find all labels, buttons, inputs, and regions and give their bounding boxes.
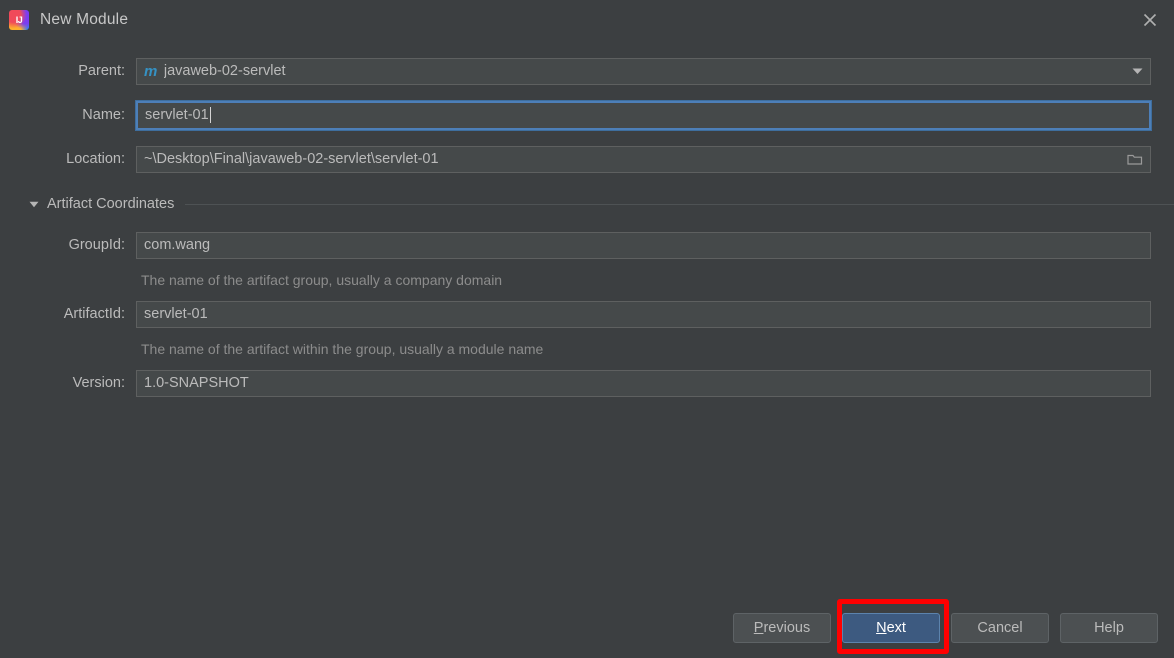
- version-value: 1.0-SNAPSHOT: [144, 375, 249, 391]
- next-button-label: ext: [886, 620, 906, 636]
- group-id-value: com.wang: [144, 237, 211, 253]
- close-icon[interactable]: [1126, 0, 1174, 40]
- group-id-hint: The name of the artifact group, usually …: [141, 272, 503, 288]
- cancel-button[interactable]: Cancel: [951, 613, 1049, 643]
- text-caret: [209, 107, 211, 123]
- parent-label: Parent:: [78, 63, 125, 79]
- dialog-button-bar: Previous Next Cancel Help: [0, 612, 1174, 644]
- parent-value: javaweb-02-servlet: [163, 63, 286, 79]
- parent-row: Parent: m javaweb-02-servlet: [0, 56, 1174, 86]
- artifact-id-value: servlet-01: [144, 306, 208, 322]
- group-id-label: GroupId:: [68, 237, 125, 253]
- folder-glyph: [1127, 154, 1143, 165]
- previous-button[interactable]: Previous: [733, 613, 831, 643]
- chevron-down-glyph: [1132, 68, 1142, 74]
- parent-combobox[interactable]: m javaweb-02-servlet: [136, 57, 1151, 85]
- help-button-label: Help: [1094, 620, 1124, 636]
- location-input[interactable]: ~\Desktop\Final\javaweb-02-servlet\servl…: [136, 145, 1151, 173]
- folder-icon[interactable]: [1120, 147, 1150, 172]
- intellij-idea-logo-icon: [9, 10, 29, 30]
- maven-module-icon: m: [144, 62, 157, 80]
- name-value: servlet-01: [145, 107, 209, 123]
- artifact-coordinates-title: Artifact Coordinates: [47, 196, 175, 212]
- triangle-down-icon[interactable]: [29, 201, 39, 208]
- group-id-row: GroupId: com.wang: [0, 230, 1174, 260]
- cancel-button-label: Cancel: [977, 620, 1023, 636]
- new-module-form: Parent: m javaweb-02-servlet Name: servl…: [0, 40, 1174, 398]
- location-value: ~\Desktop\Final\javaweb-02-servlet\servl…: [144, 151, 439, 167]
- triangle-down-glyph: [29, 201, 39, 207]
- section-separator: [185, 203, 1174, 205]
- group-id-input[interactable]: com.wang: [136, 231, 1151, 259]
- artifact-id-input[interactable]: servlet-01: [136, 300, 1151, 328]
- dialog-title: New Module: [40, 11, 129, 28]
- version-label: Version:: [72, 375, 125, 391]
- version-input[interactable]: 1.0-SNAPSHOT: [136, 369, 1151, 397]
- next-button[interactable]: Next: [842, 613, 940, 643]
- previous-button-mnemonic: P: [753, 620, 764, 636]
- help-button[interactable]: Help: [1060, 613, 1158, 643]
- artifact-id-label: ArtifactId:: [63, 306, 125, 322]
- name-label: Name:: [82, 107, 125, 123]
- artifact-id-row: ArtifactId: servlet-01: [0, 299, 1174, 329]
- version-row: Version: 1.0-SNAPSHOT: [0, 368, 1174, 398]
- artifact-coordinates-section-header[interactable]: Artifact Coordinates: [0, 196, 1174, 212]
- previous-button-label: revious: [763, 620, 811, 636]
- location-label: Location:: [66, 151, 125, 167]
- artifact-id-hint: The name of the artifact within the grou…: [141, 341, 544, 357]
- name-input[interactable]: servlet-01: [135, 99, 1152, 131]
- close-glyph: [1143, 13, 1157, 27]
- chevron-down-icon[interactable]: [1124, 59, 1150, 84]
- next-button-mnemonic: N: [876, 620, 887, 636]
- name-row: Name: servlet-01: [0, 99, 1174, 131]
- dialog-title-bar: New Module: [0, 0, 1174, 40]
- location-row: Location: ~\Desktop\Final\javaweb-02-ser…: [0, 144, 1174, 174]
